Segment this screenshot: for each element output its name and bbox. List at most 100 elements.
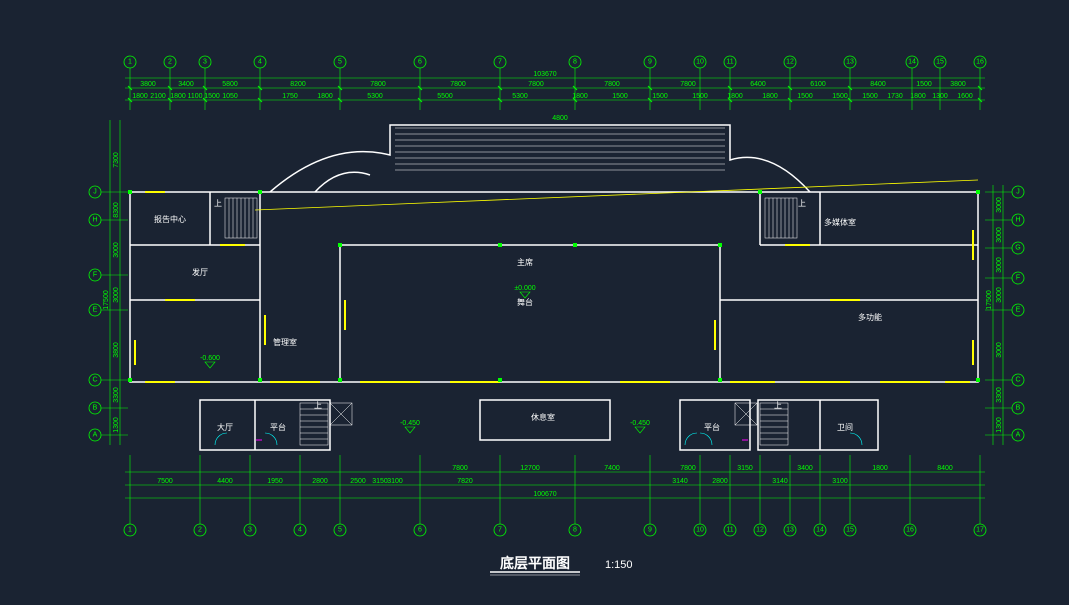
svg-text:14: 14	[908, 59, 916, 66]
svg-text:12700: 12700	[520, 465, 540, 472]
svg-text:1800: 1800	[572, 93, 588, 100]
grid-lines-right	[985, 185, 1012, 445]
svg-text:5: 5	[338, 527, 342, 534]
svg-text:8400: 8400	[870, 81, 886, 88]
svg-text:16: 16	[906, 527, 914, 534]
svg-text:1: 1	[128, 59, 132, 66]
svg-text:C: C	[92, 377, 97, 384]
svg-text:底层平面图: 底层平面图	[500, 555, 570, 571]
svg-text:1800: 1800	[762, 93, 778, 100]
svg-text:上: 上	[214, 199, 222, 208]
svg-text:上: 上	[798, 199, 806, 208]
svg-text:3000: 3000	[113, 242, 120, 258]
svg-text:15: 15	[936, 59, 944, 66]
svg-text:5500: 5500	[437, 93, 453, 100]
svg-text:11: 11	[726, 59, 733, 66]
svg-text:1500: 1500	[916, 81, 932, 88]
svg-text:3000: 3000	[996, 342, 1003, 358]
svg-text:12: 12	[756, 527, 764, 534]
svg-text:F: F	[1016, 275, 1020, 282]
dim-text-top: 103670 3800 3400 5800 8200 7800 7800 780…	[132, 71, 973, 100]
dim-text-bottom: 7500 4400 1950 2800 3150 7800 12700 7400…	[157, 465, 953, 498]
svg-text:3000: 3000	[996, 257, 1003, 273]
svg-text:C: C	[1015, 377, 1020, 384]
svg-text:1500: 1500	[652, 93, 668, 100]
svg-text:6100: 6100	[810, 81, 826, 88]
svg-text:13: 13	[786, 527, 794, 534]
svg-text:E: E	[1016, 307, 1021, 314]
svg-text:7300: 7300	[113, 152, 120, 168]
svg-text:F: F	[93, 272, 97, 279]
svg-text:7800: 7800	[370, 81, 386, 88]
svg-text:6: 6	[418, 527, 422, 534]
grid-bubbles-top: 1 2 3 4 5 6 7 8 9 10 11 12 13 14 15 16	[124, 56, 986, 68]
svg-text:B: B	[93, 405, 98, 412]
svg-text:6: 6	[418, 59, 422, 66]
svg-text:1730: 1730	[887, 93, 903, 100]
svg-text:1500: 1500	[204, 93, 220, 100]
svg-text:100670: 100670	[533, 491, 556, 498]
svg-text:3800: 3800	[950, 81, 966, 88]
dim-text-left: 1300 3300 3800 3000 3000 8300 7300 17500	[103, 152, 120, 433]
svg-text:7800: 7800	[450, 81, 466, 88]
svg-text:3: 3	[248, 527, 252, 534]
svg-text:15: 15	[846, 527, 854, 534]
svg-text:7500: 7500	[157, 478, 173, 485]
dim-lines-top	[125, 78, 985, 102]
svg-text:8300: 8300	[113, 202, 120, 218]
svg-text:7800: 7800	[604, 81, 620, 88]
svg-text:8: 8	[573, 527, 577, 534]
svg-text:1500: 1500	[692, 93, 708, 100]
stair-hatch	[395, 128, 725, 170]
svg-text:舞台: 舞台	[517, 297, 533, 307]
svg-text:7: 7	[498, 59, 502, 66]
svg-text:1500: 1500	[862, 93, 878, 100]
svg-text:A: A	[93, 432, 98, 439]
svg-text:3000: 3000	[996, 227, 1003, 243]
svg-text:9: 9	[648, 527, 652, 534]
svg-text:8400: 8400	[937, 465, 953, 472]
svg-text:10: 10	[696, 527, 704, 534]
elevation-markers: ±0.000 -0.450 -0.450 -0.600	[200, 285, 650, 433]
svg-text:6400: 6400	[750, 81, 766, 88]
svg-text:A: A	[1016, 432, 1021, 439]
svg-text:3400: 3400	[178, 81, 194, 88]
svg-text:7400: 7400	[604, 465, 620, 472]
svg-text:11: 11	[726, 527, 733, 534]
svg-text:±0.000: ±0.000	[514, 285, 535, 292]
svg-text:管理室: 管理室	[273, 337, 297, 347]
svg-text:上: 上	[774, 401, 782, 410]
grid-lines-bottom	[125, 455, 985, 524]
svg-text:报告中心: 报告中心	[154, 214, 186, 224]
svg-text:1300: 1300	[932, 93, 948, 100]
svg-text:13: 13	[846, 59, 854, 66]
svg-text:3150: 3150	[372, 478, 388, 485]
svg-text:发厅: 发厅	[192, 267, 208, 277]
svg-text:3100: 3100	[387, 478, 403, 485]
svg-text:12: 12	[786, 59, 794, 66]
svg-text:3: 3	[203, 59, 207, 66]
svg-text:B: B	[1016, 405, 1021, 412]
svg-text:-0.600: -0.600	[200, 355, 220, 362]
svg-text:1800: 1800	[132, 93, 148, 100]
svg-text:8: 8	[573, 59, 577, 66]
svg-text:3300: 3300	[996, 387, 1003, 403]
svg-text:3000: 3000	[996, 287, 1003, 303]
svg-text:主席: 主席	[517, 257, 533, 267]
svg-text:7800: 7800	[680, 81, 696, 88]
svg-text:17500: 17500	[103, 290, 110, 310]
svg-text:上: 上	[314, 401, 322, 410]
svg-text:4400: 4400	[217, 478, 233, 485]
svg-text:2500: 2500	[350, 478, 366, 485]
svg-text:1:150: 1:150	[605, 559, 633, 571]
svg-text:2800: 2800	[312, 478, 328, 485]
svg-text:2800: 2800	[712, 478, 728, 485]
svg-text:16: 16	[976, 59, 984, 66]
svg-text:1800: 1800	[872, 465, 888, 472]
svg-text:1500: 1500	[832, 93, 848, 100]
svg-text:1: 1	[128, 527, 132, 534]
svg-text:5300: 5300	[367, 93, 383, 100]
svg-text:1800: 1800	[317, 93, 333, 100]
svg-text:H: H	[1015, 217, 1020, 224]
svg-text:2100: 2100	[150, 93, 166, 100]
